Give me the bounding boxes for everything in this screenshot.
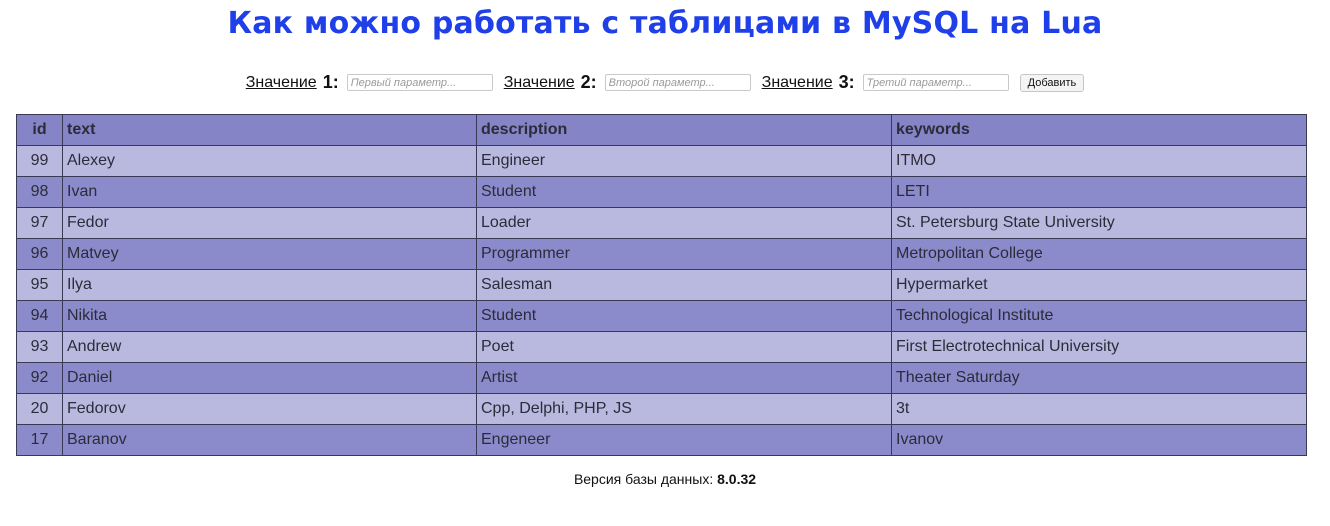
table-row: 99 Alexey Engineer ITMO	[16, 145, 1307, 177]
page-title: Как можно работать с таблицами в MySQL н…	[227, 6, 1103, 41]
column-header-keywords: keywords	[891, 114, 1307, 146]
table-row: 92 Daniel Artist Theater Saturday	[16, 362, 1307, 394]
cell-text: Fedorov	[62, 393, 477, 425]
cell-text: Daniel	[62, 362, 477, 394]
table-row: 98 Ivan Student LETI	[16, 176, 1307, 208]
db-version-label: Версия базы данных:	[573, 471, 714, 487]
cell-text: Nikita	[62, 300, 477, 332]
cell-id: 93	[16, 331, 63, 363]
field-group-2: Значение 2:	[504, 72, 751, 93]
cell-text: Matvey	[62, 238, 477, 270]
cell-id: 99	[16, 145, 63, 177]
cell-keywords: Theater Saturday	[891, 362, 1307, 394]
cell-text: Fedor	[62, 207, 477, 239]
table-row: 96 Matvey Programmer Metropolitan Colleg…	[16, 238, 1307, 270]
cell-description: Engineer	[476, 145, 892, 177]
cell-text: Andrew	[62, 331, 477, 363]
field-group-1: Значение 1:	[246, 72, 493, 93]
cell-id: 17	[16, 424, 63, 456]
table-row: 95 Ilya Salesman Hypermarket	[16, 269, 1307, 301]
table-row: 17 Baranov Engeneer Ivanov	[16, 424, 1307, 456]
db-version-footer: Версия базы данных: 8.0.32	[0, 471, 1330, 487]
table-row: 93 Andrew Poet First Electrotechnical Un…	[16, 331, 1307, 363]
field-label-1[interactable]: Значение	[246, 74, 317, 92]
cell-id: 20	[16, 393, 63, 425]
third-param-input[interactable]	[862, 74, 1009, 91]
cell-text: Ivan	[62, 176, 477, 208]
field-label-3[interactable]: Значение	[762, 74, 833, 92]
field-number-3: 3:	[838, 72, 855, 92]
first-param-input[interactable]	[346, 74, 493, 91]
cell-id: 97	[16, 207, 63, 239]
cell-keywords: Ivanov	[891, 424, 1307, 456]
data-table: id text description keywords 99 Alexey E…	[16, 114, 1307, 456]
cell-description: Salesman	[476, 269, 892, 301]
cell-keywords: Hypermarket	[891, 269, 1307, 301]
cell-description: Engeneer	[476, 424, 892, 456]
add-button[interactable]: Добавить	[1019, 73, 1085, 92]
column-header-text: text	[62, 114, 477, 146]
second-param-input[interactable]	[604, 74, 751, 91]
cell-description: Student	[476, 300, 892, 332]
field-label-2[interactable]: Значение	[504, 74, 575, 92]
cell-keywords: 3t	[891, 393, 1307, 425]
cell-keywords: Technological Institute	[891, 300, 1307, 332]
table-row: 94 Nikita Student Technological Institut…	[16, 300, 1307, 332]
db-version-value: 8.0.32	[717, 471, 757, 487]
field-number-1: 1:	[322, 72, 339, 92]
cell-keywords: ITMO	[891, 145, 1307, 177]
cell-id: 94	[16, 300, 63, 332]
cell-id: 92	[16, 362, 63, 394]
field-group-3: Значение 3:	[762, 72, 1009, 93]
table-row: 20 Fedorov Cpp, Delphi, PHP, JS 3t	[16, 393, 1307, 425]
column-header-id: id	[16, 114, 63, 146]
add-record-form: Значение 1: Значение 2: Значение 3: Доба…	[0, 72, 1330, 93]
cell-keywords: Metropolitan College	[891, 238, 1307, 270]
table-row: 97 Fedor Loader St. Petersburg State Uni…	[16, 207, 1307, 239]
cell-keywords: St. Petersburg State University	[891, 207, 1307, 239]
cell-description: Artist	[476, 362, 892, 394]
cell-description: Cpp, Delphi, PHP, JS	[476, 393, 892, 425]
cell-id: 95	[16, 269, 63, 301]
cell-id: 96	[16, 238, 63, 270]
cell-text: Alexey	[62, 145, 477, 177]
data-table-container: id text description keywords 99 Alexey E…	[16, 114, 1307, 456]
table-header-row: id text description keywords	[16, 114, 1307, 146]
cell-keywords: First Electrotechnical University	[891, 331, 1307, 363]
cell-description: Poet	[476, 331, 892, 363]
cell-id: 98	[16, 176, 63, 208]
field-number-2: 2:	[580, 72, 597, 92]
cell-description: Loader	[476, 207, 892, 239]
cell-text: Baranov	[62, 424, 477, 456]
cell-text: Ilya	[62, 269, 477, 301]
cell-keywords: LETI	[891, 176, 1307, 208]
cell-description: Programmer	[476, 238, 892, 270]
column-header-description: description	[476, 114, 892, 146]
cell-description: Student	[476, 176, 892, 208]
